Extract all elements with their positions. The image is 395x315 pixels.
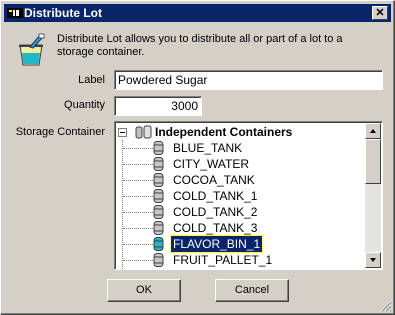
tree-item[interactable]: FRUIT_PALLET_1 <box>115 252 365 268</box>
tree-root-label: Independent Containers <box>155 125 293 139</box>
tree-connector <box>123 212 153 213</box>
tank-icon <box>153 157 164 171</box>
resize-grip-icon[interactable] <box>380 300 392 312</box>
tree-connector <box>123 244 153 245</box>
tree-item-label: FLAVOR_BIN_1 <box>169 235 264 253</box>
tree-item[interactable]: COLD_TANK_2 <box>115 204 365 220</box>
tree-connector <box>123 196 153 197</box>
tree-item-selected[interactable]: FLAVOR_BIN_1 <box>115 235 365 253</box>
tree-item-label: FRUIT_PALLET_1 <box>173 253 273 267</box>
tree-item[interactable]: BLUE_TANK <box>115 140 365 156</box>
arrow-down-icon <box>370 258 376 262</box>
storage-container-tree[interactable]: Independent Containers BLUE_TANK CITY_WA… <box>114 121 383 270</box>
close-button[interactable]: ✕ <box>372 6 388 20</box>
tank-icon <box>153 205 164 219</box>
tree-connector <box>123 180 153 181</box>
tree-item[interactable]: COCOA_TANK <box>115 172 365 188</box>
vertical-scrollbar[interactable] <box>365 123 381 268</box>
tree-item-label: CITY_WATER <box>173 157 250 171</box>
containers-icon <box>135 125 152 139</box>
arrow-up-icon <box>370 129 376 133</box>
cancel-button[interactable]: Cancel <box>215 279 289 302</box>
tree-item-label: COLD_TANK_2 <box>173 205 258 219</box>
quantity-input[interactable]: 3000 <box>114 96 202 116</box>
tree-item[interactable]: COLD_TANK_1 <box>115 188 365 204</box>
close-icon: ✕ <box>375 7 385 19</box>
label-input[interactable]: Powdered Sugar <box>114 70 383 90</box>
window-title: Distribute Lot <box>24 6 102 20</box>
tree-item-label: COLD_TANK_3 <box>173 221 258 235</box>
tank-icon <box>153 253 164 267</box>
label-caption: Label <box>78 74 105 86</box>
paint-bucket-icon <box>19 33 45 66</box>
tree-connector <box>123 260 153 261</box>
collapse-toggle-icon[interactable] <box>118 128 127 137</box>
storage-container-caption: Storage Container <box>15 126 105 138</box>
tree-connector <box>123 148 153 149</box>
tree-item[interactable]: CITY_WATER <box>115 156 365 172</box>
tank-icon <box>153 141 164 155</box>
tree-item-label: BLUE_TANK <box>173 141 243 155</box>
ok-button[interactable]: OK <box>107 279 181 302</box>
description-text: Distribute Lot allows you to distribute … <box>57 33 343 58</box>
tank-icon <box>153 237 164 251</box>
tree-item-label: COLD_TANK_1 <box>173 189 258 203</box>
tree-item-label: COCOA_TANK <box>173 173 255 187</box>
tank-icon <box>153 189 164 203</box>
distribute-lot-dialog: Distribute Lot ✕ Distribute Lot allows y… <box>0 0 395 315</box>
quantity-caption: Quantity <box>64 99 105 111</box>
tree-connector <box>123 228 153 229</box>
scroll-thumb[interactable] <box>365 139 381 184</box>
tank-icon <box>153 173 164 187</box>
tree-root-row[interactable]: Independent Containers <box>115 124 365 140</box>
tank-icon <box>153 221 164 235</box>
app-icon <box>7 8 23 18</box>
tree-connector <box>123 164 153 165</box>
scroll-up-button[interactable] <box>365 123 381 139</box>
scroll-down-button[interactable] <box>365 252 381 268</box>
title-bar[interactable]: Distribute Lot ✕ <box>4 4 391 22</box>
tree-item[interactable]: COLD_TANK_3 <box>115 220 365 236</box>
